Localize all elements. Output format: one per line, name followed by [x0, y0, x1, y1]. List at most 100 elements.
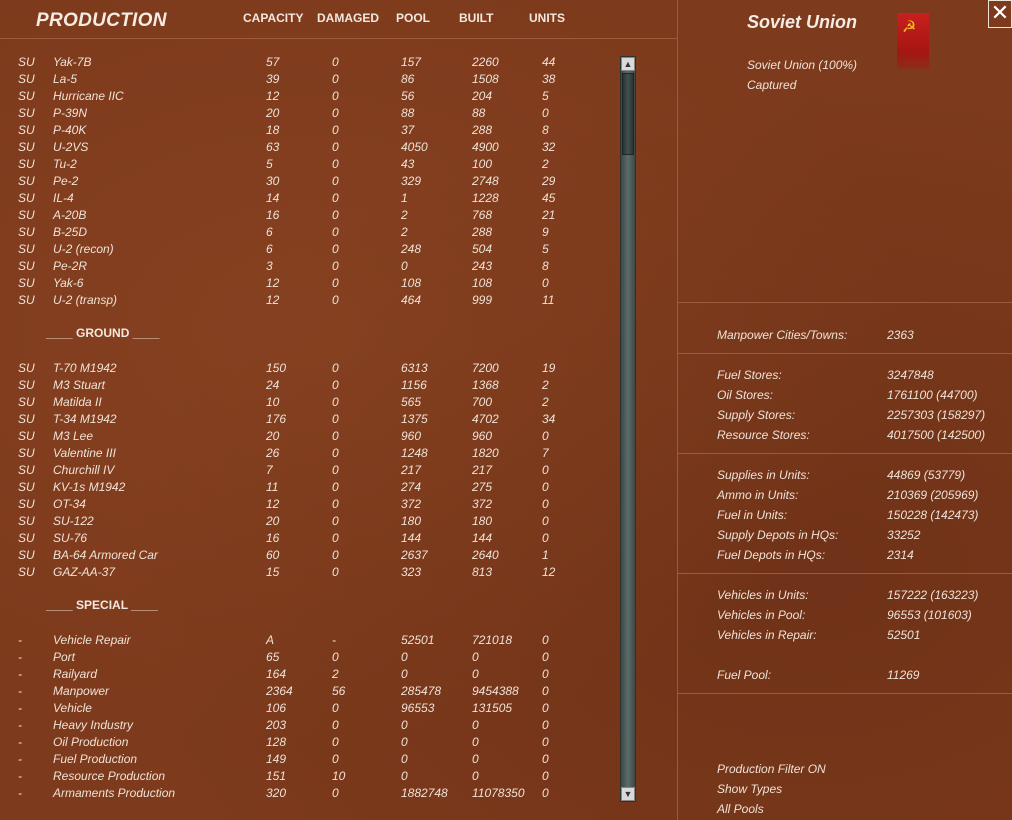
cell-nat: SU [18, 378, 35, 392]
production-row[interactable]: - Vehicle Repair A - 52501 721018 0 [0, 633, 610, 650]
cell-capacity: 12 [266, 293, 280, 307]
pool-header[interactable]: POOL [396, 11, 430, 25]
production-row[interactable]: - Manpower 2364 56 285478 9454388 0 [0, 684, 610, 701]
cell-pool: 4050 [401, 140, 428, 154]
production-scrollbar[interactable]: ▲ ▼ [620, 56, 636, 802]
production-row[interactable]: SU BA-64 Armored Car 60 0 2637 2640 1 [0, 548, 610, 565]
scroll-thumb[interactable] [622, 73, 634, 155]
cell-pool: 1248 [401, 446, 428, 460]
close-button[interactable]: ✕ [988, 0, 1012, 28]
production-row[interactable]: SU OT-34 12 0 372 372 0 [0, 497, 610, 514]
stat-value: 150228 (142473) [887, 508, 979, 522]
stat-label: Fuel Stores: [717, 368, 782, 382]
cell-capacity: 30 [266, 174, 280, 188]
production-row[interactable]: SU U-2VS 63 0 4050 4900 32 [0, 140, 610, 157]
scroll-up-button[interactable]: ▲ [621, 57, 635, 71]
damaged-header[interactable]: DAMAGED [317, 11, 379, 25]
cell-pool: 108 [401, 276, 422, 290]
cell-nat: SU [18, 174, 35, 188]
cell-built: 204 [472, 89, 493, 103]
stat-value: 157222 (163223) [887, 588, 979, 602]
production-row[interactable]: SU SU-122 20 0 180 180 0 [0, 514, 610, 531]
cell-units: 9 [542, 225, 549, 239]
stat-row: Supplies in Units: 44869 (53779) [717, 468, 1007, 486]
production-row[interactable]: - Fuel Production 149 0 0 0 0 [0, 752, 610, 769]
production-row[interactable]: SU Yak-7B 57 0 157 2260 44 [0, 55, 610, 72]
stat-value: 52501 [887, 628, 921, 642]
cell-damaged: 0 [332, 361, 339, 375]
cell-units: 32 [542, 140, 556, 154]
units-header[interactable]: UNITS [529, 11, 565, 25]
cell-units: 0 [542, 786, 549, 800]
cell-nat: SU [18, 497, 35, 511]
cell-pool: 285478 [401, 684, 442, 698]
cell-pool: 88 [401, 106, 415, 120]
cell-nat: - [18, 735, 22, 749]
cell-damaged: 0 [332, 174, 339, 188]
production-row[interactable]: SU Hurricane IIC 12 0 56 204 5 [0, 89, 610, 106]
cell-name: M3 Stuart [53, 378, 106, 392]
production-row[interactable]: SU Valentine III 26 0 1248 1820 7 [0, 446, 610, 463]
production-row[interactable]: SU T-34 M1942 176 0 1375 4702 34 [0, 412, 610, 429]
cell-damaged: 0 [332, 786, 339, 800]
cell-built: 721018 [472, 633, 513, 647]
scroll-down-button[interactable]: ▼ [621, 787, 635, 801]
production-row[interactable]: - Heavy Industry 203 0 0 0 0 [0, 718, 610, 735]
cell-pool: 960 [401, 429, 422, 443]
cell-name: GAZ-AA-37 [53, 565, 116, 579]
cell-capacity: 20 [266, 429, 280, 443]
production-row[interactable]: SU IL-4 14 0 1 1228 45 [0, 191, 610, 208]
production-row[interactable]: SU SU-76 16 0 144 144 0 [0, 531, 610, 548]
stat-value: 2257303 (158297) [887, 408, 986, 422]
production-row[interactable]: - Vehicle 106 0 96553 131505 0 [0, 701, 610, 718]
production-row[interactable]: SU U-2 (transp) 12 0 464 999 11 [0, 293, 610, 310]
production-row[interactable]: - Railyard 164 2 0 0 0 [0, 667, 610, 684]
production-row[interactable]: SU M3 Lee 20 0 960 960 0 [0, 429, 610, 446]
cell-nat: SU [18, 480, 35, 494]
cell-capacity: 20 [266, 106, 280, 120]
production-row[interactable]: SU Pe-2R 3 0 0 243 8 [0, 259, 610, 276]
capacity-header[interactable]: CAPACITY [243, 11, 303, 25]
production-row[interactable]: SU Pe-2 30 0 329 2748 29 [0, 174, 610, 191]
production-row[interactable]: SU La-5 39 0 86 1508 38 [0, 72, 610, 89]
stat-label: Vehicles in Repair: [717, 628, 817, 642]
production-filter-toggle[interactable]: Production Filter ON [717, 762, 826, 776]
production-row[interactable]: - Resource Production 151 10 0 0 0 [0, 769, 610, 786]
cell-nat: SU [18, 106, 35, 120]
cell-capacity: 63 [266, 140, 280, 154]
cell-capacity: 16 [266, 531, 280, 545]
cell-capacity: 2364 [266, 684, 293, 698]
cell-damaged: 0 [332, 140, 339, 154]
cell-units: 19 [542, 361, 556, 375]
production-row[interactable]: SU Yak-6 12 0 108 108 0 [0, 276, 610, 293]
cell-capacity: 12 [266, 89, 280, 103]
production-row[interactable]: SU Tu-2 5 0 43 100 2 [0, 157, 610, 174]
production-row[interactable]: SU P-40K 18 0 37 288 8 [0, 123, 610, 140]
cell-name: B-25D [53, 225, 88, 239]
production-row[interactable]: SU M3 Stuart 24 0 1156 1368 2 [0, 378, 610, 395]
cell-built: 0 [472, 752, 479, 766]
cell-built: 1228 [472, 191, 499, 205]
production-row[interactable]: SU Churchill IV 7 0 217 217 0 [0, 463, 610, 480]
production-row[interactable]: SU GAZ-AA-37 15 0 323 813 12 [0, 565, 610, 582]
cell-units: 0 [542, 497, 549, 511]
cell-nat: - [18, 701, 22, 715]
production-row[interactable]: SU B-25D 6 0 2 288 9 [0, 225, 610, 242]
production-row[interactable]: SU P-39N 20 0 88 88 0 [0, 106, 610, 123]
cell-damaged: 0 [332, 752, 339, 766]
production-row[interactable]: - Armaments Production 320 0 1882748 11078350… [0, 786, 610, 803]
cell-pool: 0 [401, 667, 408, 681]
cell-name: Resource Production [53, 769, 166, 783]
all-pools-toggle[interactable]: All Pools [717, 802, 764, 816]
production-row[interactable]: - Oil Production 128 0 0 0 0 [0, 735, 610, 752]
cell-nat: SU [18, 293, 35, 307]
production-row[interactable]: SU KV-1s M1942 11 0 274 275 0 [0, 480, 610, 497]
production-row[interactable]: SU U-2 (recon) 6 0 248 504 5 [0, 242, 610, 259]
cell-built: 999 [472, 293, 493, 307]
show-types-toggle[interactable]: Show Types [717, 782, 782, 796]
production-row[interactable]: SU T-70 M1942 150 0 6313 7200 19 [0, 361, 610, 378]
built-header[interactable]: BUILT [459, 11, 493, 25]
production-row[interactable]: SU A-20B 16 0 2 768 21 [0, 208, 610, 225]
production-row[interactable]: - Port 65 0 0 0 0 [0, 650, 610, 667]
production-row[interactable]: SU Matilda II 10 0 565 700 2 [0, 395, 610, 412]
